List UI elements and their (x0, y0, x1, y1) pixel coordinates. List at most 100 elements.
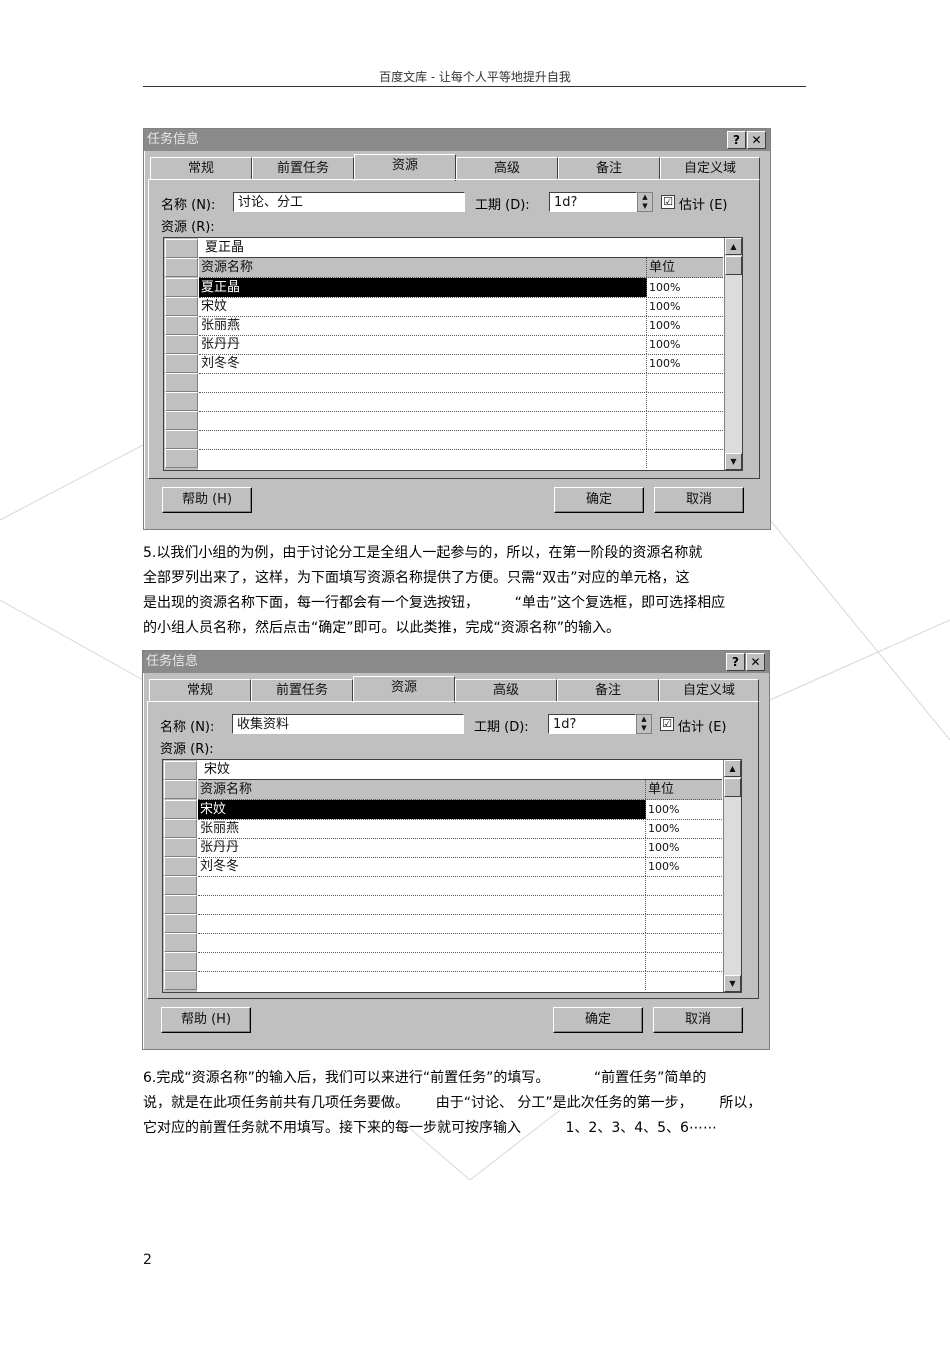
row-header[interactable] (164, 838, 197, 857)
resource-name-cell[interactable] (198, 895, 646, 914)
close-icon[interactable]: ✕ (746, 653, 765, 671)
resource-name-cell[interactable] (198, 876, 646, 895)
resource-name-cell[interactable] (198, 914, 646, 933)
resource-name-cell[interactable]: 刘冬冬 (198, 857, 646, 876)
tab-predecessors[interactable]: 前置任务 (252, 157, 354, 180)
col-unit[interactable]: 单位 (646, 780, 722, 799)
table-row[interactable] (198, 914, 722, 934)
scroll-down-icon[interactable]: ▼ (724, 975, 741, 992)
resource-name-cell[interactable]: 张丹丹 (199, 335, 647, 354)
name-field[interactable]: 讨论、分工 (233, 192, 465, 212)
scroll-up-icon[interactable]: ▲ (724, 760, 741, 777)
unit-cell[interactable]: 100% (646, 819, 722, 838)
tab-custom-fields[interactable]: 自定义域 (660, 157, 760, 180)
tab-custom-fields[interactable]: 自定义域 (659, 679, 759, 702)
help-button[interactable]: 帮助 (H) (161, 1007, 251, 1033)
resource-name-cell[interactable] (199, 430, 647, 449)
row-header[interactable] (165, 411, 198, 430)
resource-name-cell[interactable] (198, 952, 646, 971)
duration-field[interactable]: 1d? (549, 192, 637, 212)
table-row[interactable]: 张丹丹 100% (198, 838, 722, 858)
tab-resources[interactable]: 资源 (353, 676, 455, 703)
unit-cell[interactable]: 100% (646, 857, 722, 876)
table-row[interactable]: 宋妏 100% (198, 800, 722, 820)
row-header[interactable] (164, 857, 197, 876)
estimate-checkbox[interactable]: ☑ (660, 717, 674, 731)
table-row[interactable] (199, 373, 723, 393)
resource-name-cell[interactable] (198, 971, 646, 990)
unit-cell[interactable]: 100% (647, 278, 723, 297)
row-header[interactable] (165, 373, 198, 392)
duration-spinner[interactable]: ▲ ▼ (637, 192, 653, 212)
row-header[interactable] (165, 335, 198, 354)
table-row[interactable]: 夏正晶 100% (199, 278, 723, 298)
row-header[interactable] (165, 297, 198, 316)
cancel-button[interactable]: 取消 (653, 1007, 743, 1033)
resource-name-cell[interactable]: 张丹丹 (198, 838, 646, 857)
dialog-titlebar[interactable]: 任务信息 ? ✕ (143, 651, 769, 673)
table-row[interactable] (199, 411, 723, 431)
vertical-scrollbar[interactable]: ▲ ▼ (723, 760, 741, 992)
tab-predecessors[interactable]: 前置任务 (251, 679, 353, 702)
tab-advanced[interactable]: 高级 (456, 157, 558, 180)
table-row[interactable] (199, 430, 723, 450)
help-icon[interactable]: ? (727, 131, 746, 149)
resource-name-cell[interactable] (199, 411, 647, 430)
tab-resources[interactable]: 资源 (354, 154, 456, 181)
estimate-checkbox[interactable]: ☑ (661, 195, 675, 209)
help-button[interactable]: 帮助 (H) (162, 487, 252, 513)
row-header[interactable] (164, 952, 197, 971)
tab-general[interactable]: 常规 (149, 679, 251, 702)
table-row[interactable] (198, 952, 722, 972)
ok-button[interactable]: 确定 (554, 487, 644, 513)
help-icon[interactable]: ? (726, 653, 745, 671)
scroll-down-icon[interactable]: ▼ (725, 453, 742, 470)
scroll-thumb[interactable] (724, 778, 741, 797)
row-header[interactable] (164, 819, 197, 838)
close-icon[interactable]: ✕ (747, 131, 766, 149)
unit-cell[interactable]: 100% (647, 335, 723, 354)
vertical-scrollbar[interactable]: ▲ ▼ (724, 238, 742, 470)
row-header[interactable] (164, 800, 197, 819)
cancel-button[interactable]: 取消 (654, 487, 744, 513)
name-field[interactable]: 收集资料 (232, 714, 464, 734)
col-resource-name[interactable]: 资源名称 (198, 780, 646, 799)
unit-cell[interactable]: 100% (646, 800, 722, 819)
unit-cell[interactable]: 100% (646, 838, 722, 857)
unit-cell[interactable]: 100% (647, 297, 723, 316)
resource-name-cell[interactable]: 张丽燕 (198, 819, 646, 838)
tab-general[interactable]: 常规 (150, 157, 252, 180)
table-row[interactable]: 张丹丹 100% (199, 335, 723, 355)
ok-button[interactable]: 确定 (553, 1007, 643, 1033)
table-row[interactable]: 张丽燕 100% (198, 819, 722, 839)
table-row[interactable] (198, 971, 722, 990)
tab-notes[interactable]: 备注 (557, 679, 659, 702)
table-row[interactable]: 刘冬冬 100% (199, 354, 723, 374)
table-row[interactable] (198, 895, 722, 915)
unit-cell[interactable]: 100% (647, 316, 723, 335)
scroll-thumb[interactable] (725, 256, 742, 275)
table-row[interactable]: 宋妏 100% (199, 297, 723, 317)
grid-edit-row[interactable]: 夏正晶 (199, 238, 723, 258)
row-header[interactable] (165, 354, 198, 373)
row-header[interactable] (165, 392, 198, 411)
row-header[interactable] (165, 449, 198, 468)
resource-name-cell[interactable]: 宋妏 (198, 800, 646, 819)
row-header[interactable] (164, 876, 197, 895)
resource-name-cell[interactable]: 刘冬冬 (199, 354, 647, 373)
resource-name-cell[interactable]: 张丽燕 (199, 316, 647, 335)
table-row[interactable] (198, 876, 722, 896)
table-row[interactable] (198, 933, 722, 953)
dialog-titlebar[interactable]: 任务信息 ? ✕ (144, 129, 770, 151)
row-header[interactable] (165, 430, 198, 449)
tab-notes[interactable]: 备注 (558, 157, 660, 180)
col-unit[interactable]: 单位 (647, 258, 723, 277)
grid-edit-value[interactable]: 夏正晶 (199, 238, 723, 257)
resource-name-cell[interactable] (198, 933, 646, 952)
grid-edit-row[interactable]: 宋妏 (198, 760, 722, 780)
resource-name-cell[interactable]: 夏正晶 (199, 278, 647, 297)
duration-spinner[interactable]: ▲ ▼ (636, 714, 652, 734)
row-header[interactable] (164, 914, 197, 933)
table-row[interactable]: 刘冬冬 100% (198, 857, 722, 877)
resource-name-cell[interactable] (199, 449, 647, 468)
